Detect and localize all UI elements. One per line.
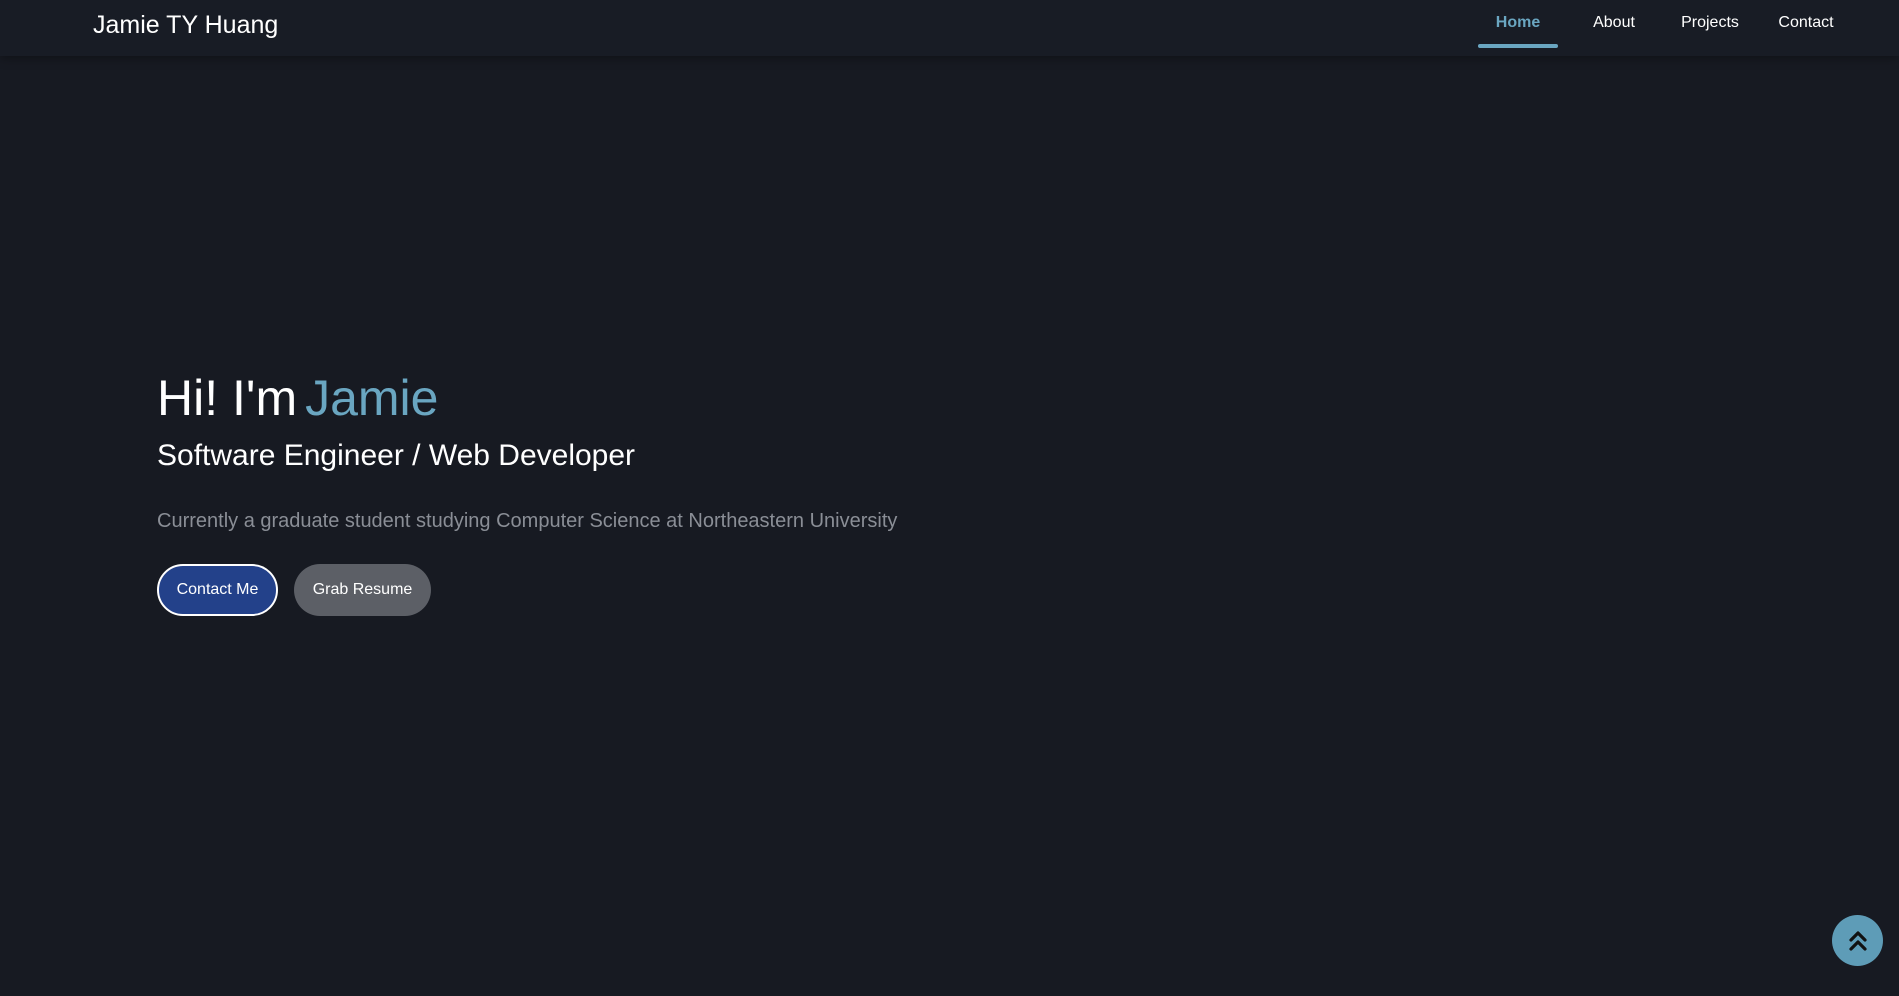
hero-greeting: Hi! I'm Jamie [157, 368, 1257, 428]
greeting-name: Jamie [305, 370, 439, 426]
nav-links: Home About Projects Contact [1478, 0, 1854, 56]
double-chevron-up-icon [1848, 930, 1868, 952]
grab-resume-button[interactable]: Grab Resume [294, 564, 431, 616]
hero-buttons: Contact Me Grab Resume [157, 564, 1257, 616]
nav-link-about[interactable]: About [1566, 0, 1662, 46]
nav-link-projects[interactable]: Projects [1662, 0, 1758, 46]
hero-section: Hi! I'm Jamie Software Engineer / Web Dev… [157, 368, 1257, 616]
nav-link-contact[interactable]: Contact [1758, 0, 1854, 46]
hero-description: Currently a graduate student studying Co… [157, 510, 898, 532]
hero-subtitle: Software Engineer / Web Developer [157, 439, 636, 472]
brand-link[interactable]: Jamie TY Huang [93, 10, 278, 40]
contact-me-button[interactable]: Contact Me [157, 564, 278, 616]
nav-link-home[interactable]: Home [1478, 0, 1558, 48]
greeting-prefix: Hi! I'm [157, 370, 298, 426]
scroll-to-top-button[interactable] [1832, 915, 1883, 966]
top-navbar: Jamie TY Huang Home About Projects Conta… [0, 0, 1899, 56]
